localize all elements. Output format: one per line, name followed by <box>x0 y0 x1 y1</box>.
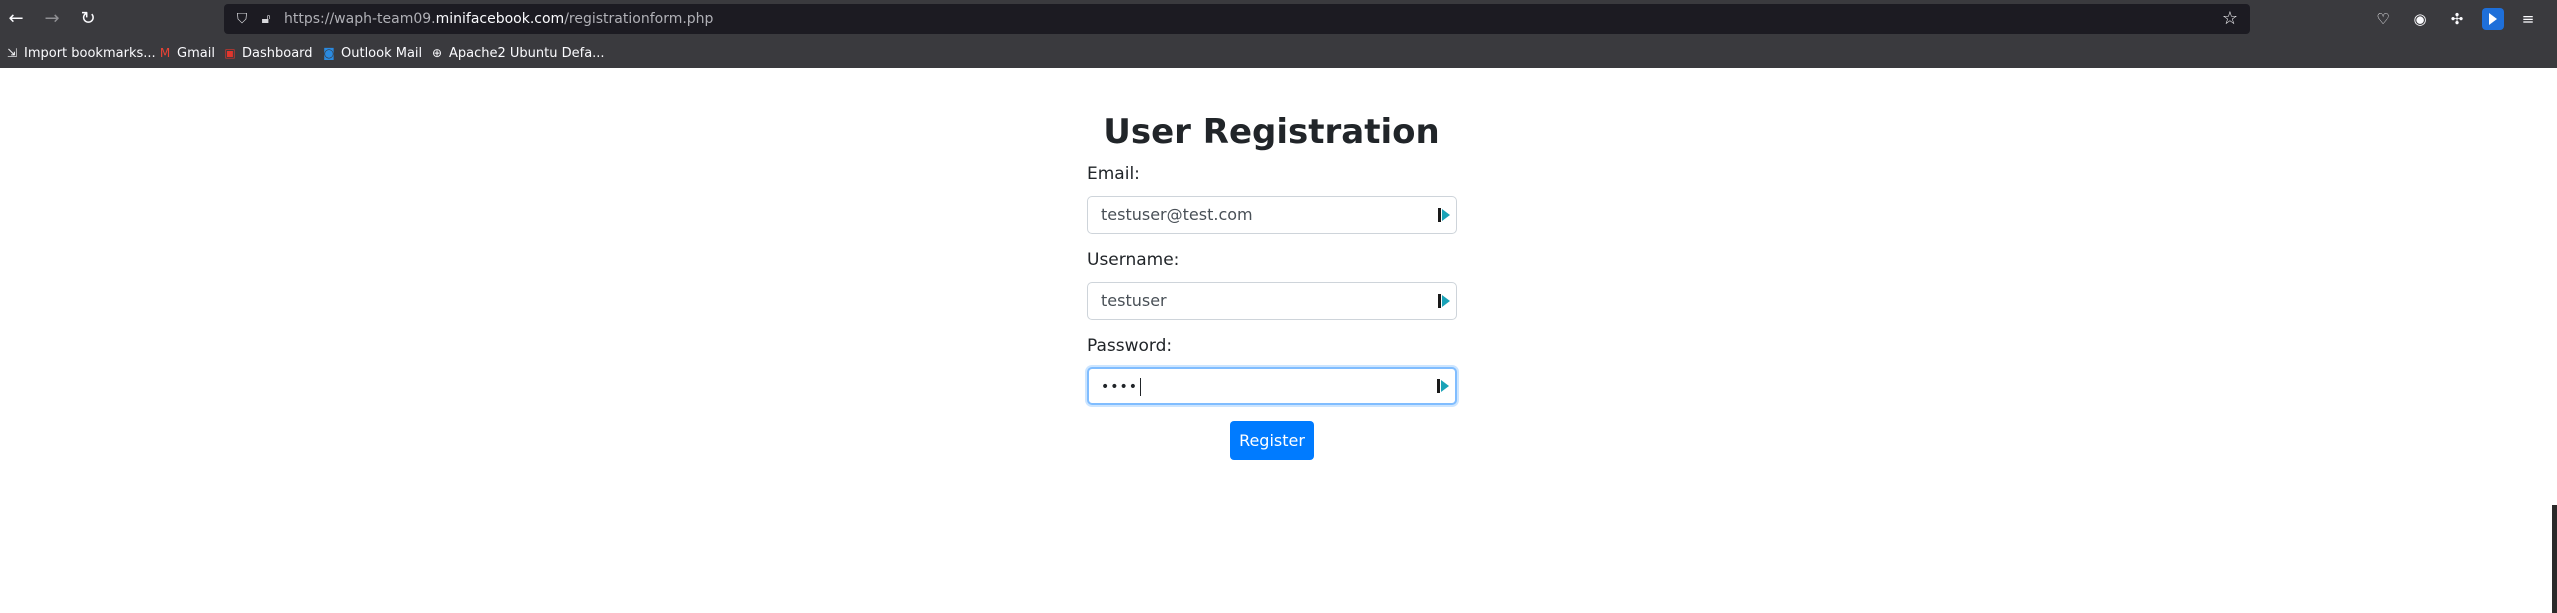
bookmark-import[interactable]: ⇲ Import bookmarks... <box>4 38 156 68</box>
address-bar[interactable]: ⛉ 🔓︎ https://waph-team09.minifacebook.co… <box>224 4 2250 34</box>
bookmark-label: Apache2 Ubuntu Defa... <box>449 46 605 61</box>
bookmark-dashboard[interactable]: ▣ Dashboard <box>222 38 313 68</box>
browser-toolbar: ← → ↻ ⛉ 🔓︎ https://waph-team09.minifaceb… <box>0 0 2557 38</box>
username-value: testuser <box>1101 291 1167 310</box>
email-field[interactable]: testuser@test.com <box>1087 196 1457 234</box>
bookmark-label: Import bookmarks... <box>24 46 156 61</box>
bookmark-label: Dashboard <box>242 46 313 61</box>
email-value: testuser@test.com <box>1101 205 1253 224</box>
url-domain: minifacebook.com <box>435 11 565 27</box>
url-text[interactable]: https://waph-team09.minifacebook.com/reg… <box>284 4 713 34</box>
url-path: /registrationform.php <box>564 11 714 27</box>
text-caret <box>1140 377 1142 396</box>
lock-icon[interactable]: 🔓︎ <box>256 9 276 29</box>
bitwarden-autofill-icon[interactable] <box>1435 378 1451 394</box>
bitwarden-autofill-icon[interactable] <box>1436 293 1452 309</box>
extensions-icon[interactable]: ✣ <box>2445 7 2469 31</box>
url-prefix: https://waph-team09. <box>284 11 436 27</box>
bookmark-label: Gmail <box>177 46 215 61</box>
forward-button[interactable]: → <box>40 7 64 31</box>
bookmarks-bar: ⇲ Import bookmarks... M Gmail ▣ Dashboard ◙… <box>0 38 2557 68</box>
gmail-icon: M <box>159 46 171 60</box>
account-icon[interactable]: ◉ <box>2408 7 2432 31</box>
reload-button[interactable]: ↻ <box>76 7 100 31</box>
bookmark-star-icon[interactable]: ☆ <box>2222 8 2238 30</box>
username-label: Username: <box>1087 250 1180 270</box>
bitwarden-extension-icon[interactable] <box>2482 8 2504 30</box>
page-title: User Registration <box>1103 112 1440 152</box>
import-icon: ⇲ <box>6 46 18 60</box>
email-label: Email: <box>1087 164 1140 184</box>
bookmark-outlook[interactable]: ◙ Outlook Mail <box>321 38 422 68</box>
dashboard-icon: ▣ <box>224 46 236 60</box>
globe-icon: ⊕ <box>431 46 443 60</box>
password-value: •••• <box>1101 379 1139 395</box>
password-field[interactable]: •••• <box>1087 367 1457 405</box>
scrollbar-thumb[interactable] <box>2552 505 2557 613</box>
outlook-icon: ◙ <box>323 46 335 60</box>
pocket-icon[interactable]: ♡ <box>2371 7 2395 31</box>
bookmark-apache[interactable]: ⊕ Apache2 Ubuntu Defa... <box>429 38 605 68</box>
shield-icon[interactable]: ⛉ <box>232 9 252 29</box>
menu-icon[interactable]: ≡ <box>2516 7 2540 31</box>
bitwarden-autofill-icon[interactable] <box>1436 207 1452 223</box>
username-field[interactable]: testuser <box>1087 282 1457 320</box>
password-value-wrap: •••• <box>1101 369 1142 404</box>
bookmark-gmail[interactable]: M Gmail <box>157 38 215 68</box>
register-button[interactable]: Register <box>1230 421 1314 460</box>
bookmark-label: Outlook Mail <box>341 46 423 61</box>
password-label: Password: <box>1087 336 1173 356</box>
back-button[interactable]: ← <box>4 7 28 31</box>
